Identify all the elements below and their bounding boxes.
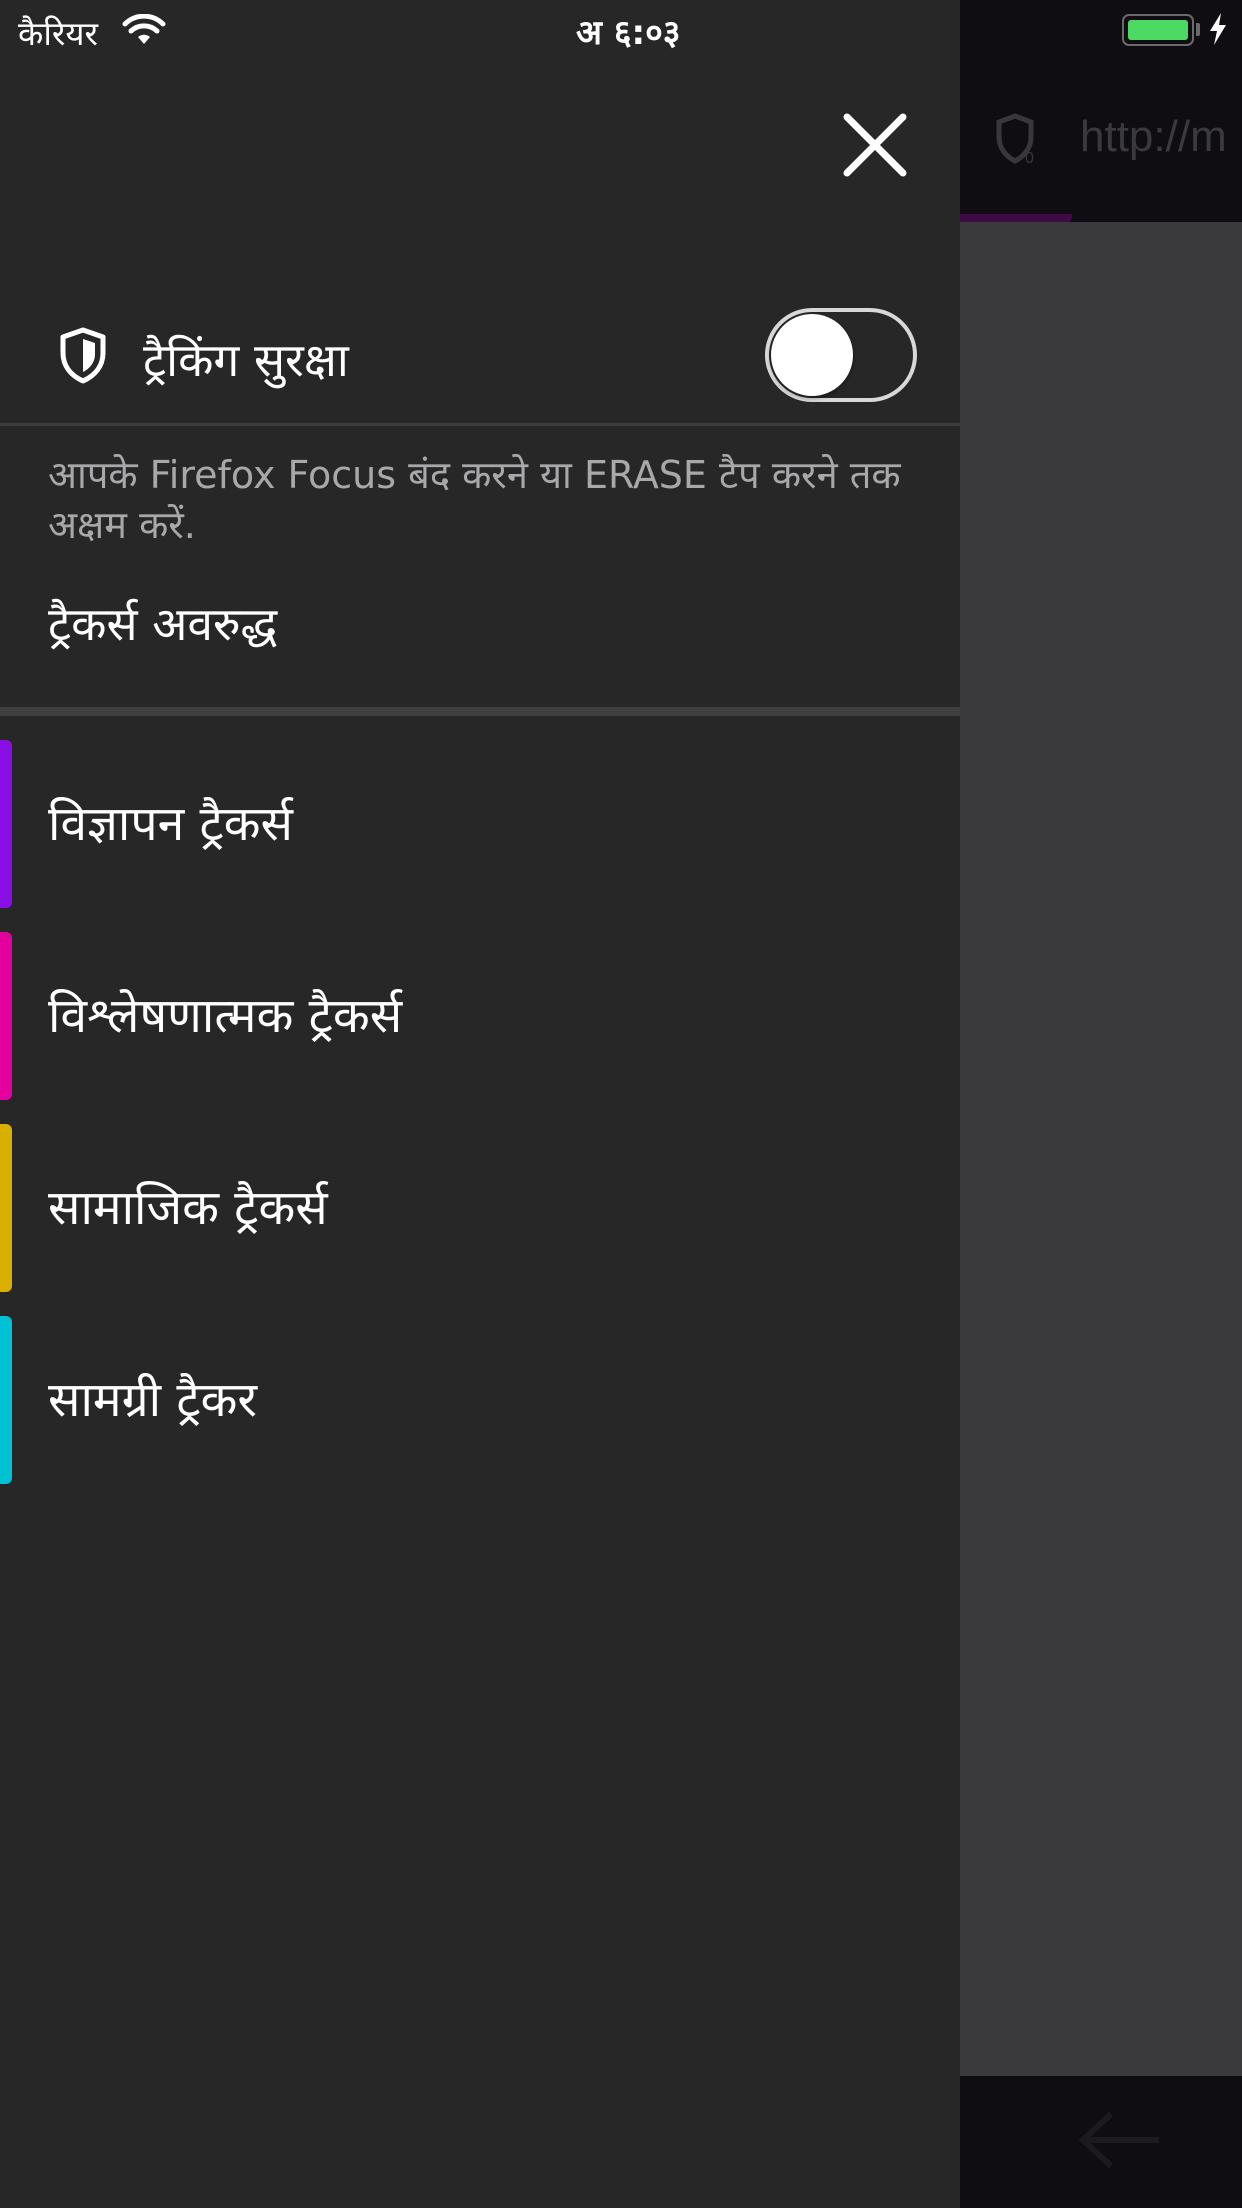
browser-content	[960, 222, 1242, 2076]
browser-url-text: http://m	[1080, 112, 1227, 161]
back-arrow-icon	[1078, 2111, 1159, 2169]
close-icon[interactable]	[835, 105, 915, 185]
tracker-color-bar	[0, 740, 12, 908]
tracker-label: विज्ञापन ट्रैकर्स	[48, 796, 293, 852]
toggle-knob	[771, 314, 853, 396]
tracker-label: विश्लेषणात्मक ट्रैकर्स	[48, 988, 403, 1044]
shield-icon	[60, 327, 106, 384]
tracker-color-bar	[0, 1316, 12, 1484]
tracker-label: सामाजिक ट्रैकर्स	[48, 1180, 328, 1236]
tracking-protection-row: ट्रैकिंग सुरक्षा	[0, 290, 960, 422]
tracker-color-bar	[0, 1124, 12, 1292]
tracker-item-content: सामग्री ट्रैकर	[0, 1316, 960, 1484]
tracker-item-social: सामाजिक ट्रैकर्स	[0, 1124, 960, 1292]
wifi-icon	[122, 14, 166, 44]
section-divider	[0, 707, 960, 716]
status-time: अ ६:०३	[576, 13, 681, 53]
charging-bolt-icon	[1210, 13, 1226, 45]
battery-nub	[1196, 23, 1200, 36]
divider	[0, 423, 960, 426]
tracking-protection-panel: कैरियर अ ६:०३ ट्रैकिंग सुरक्षा आपके Fire…	[0, 0, 960, 2208]
tracker-color-bar	[0, 932, 12, 1100]
svg-text:0: 0	[1025, 150, 1034, 165]
battery-icon	[1122, 14, 1194, 46]
tracker-label: सामग्री ट्रैकर	[48, 1372, 258, 1428]
tracking-protection-toggle[interactable]	[765, 308, 917, 402]
carrier-label: कैरियर	[18, 14, 99, 53]
tracker-item-ad: विज्ञापन ट्रैकर्स	[0, 740, 960, 908]
tracker-item-analytics: विश्लेषणात्मक ट्रैकर्स	[0, 932, 960, 1100]
shield-icon: 0	[996, 113, 1034, 165]
tracking-protection-label: ट्रैकिंग सुरक्षा	[143, 333, 349, 387]
battery-level	[1128, 20, 1188, 40]
trackers-blocked-label: ट्रैकर्स अवरुद्ध	[48, 597, 278, 651]
tracking-protection-description: आपके Firefox Focus बंद करने या ERASE टैप…	[48, 453, 901, 547]
